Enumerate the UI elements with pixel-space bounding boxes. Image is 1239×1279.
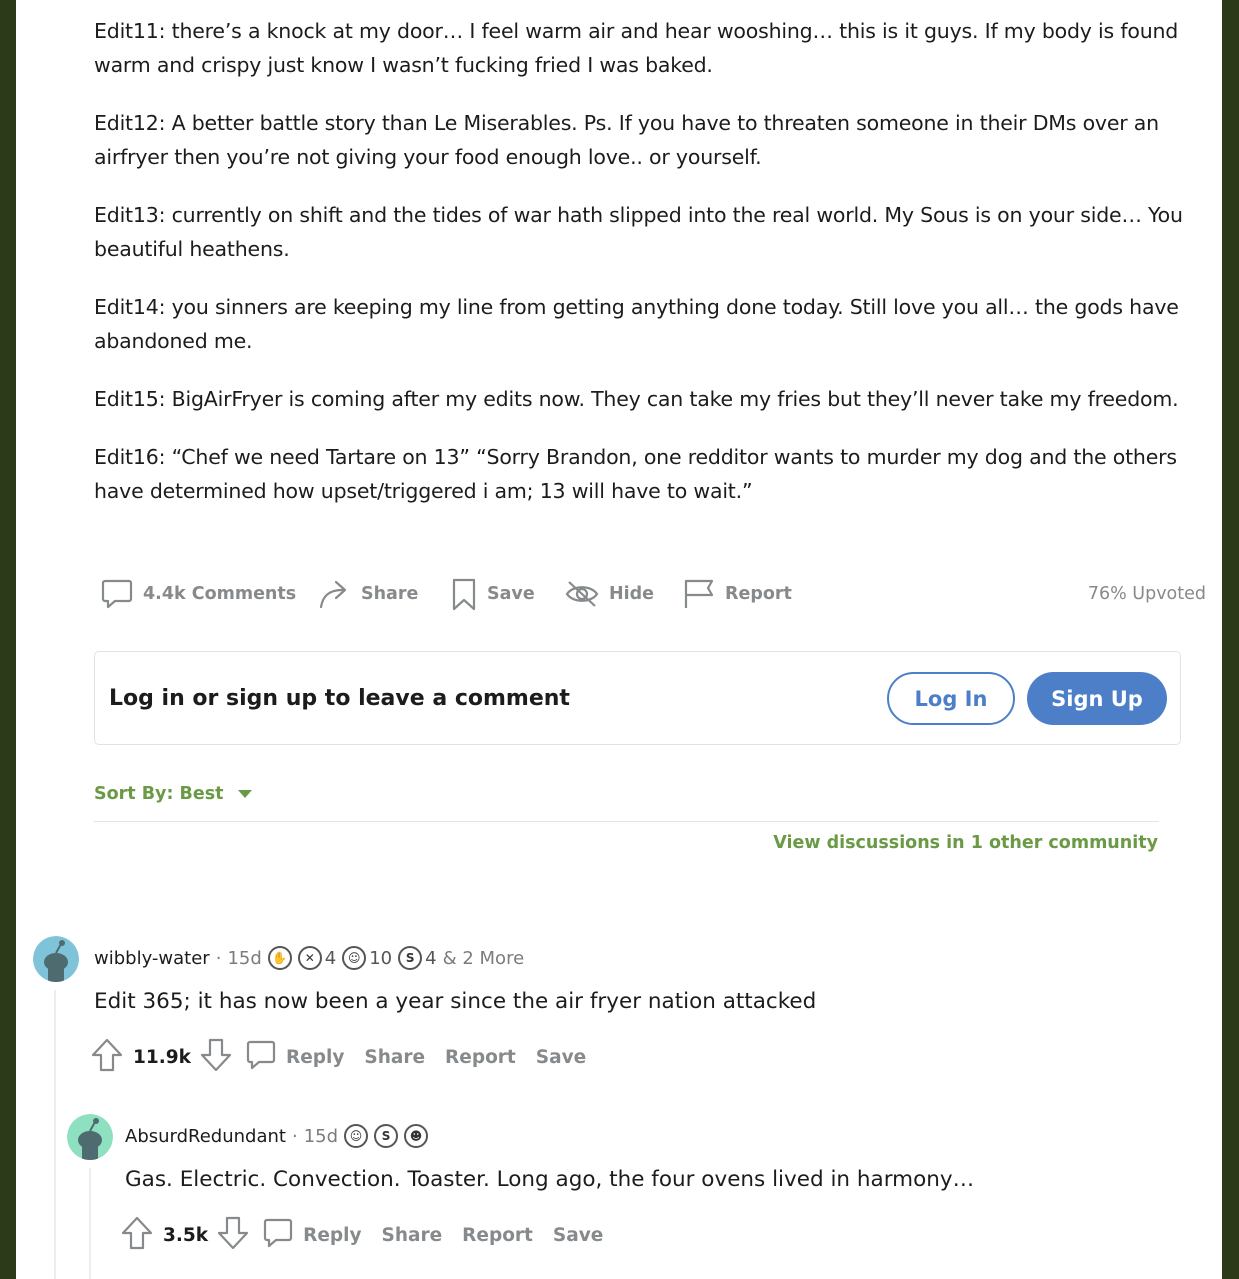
award[interactable]: ☻ xyxy=(404,1124,429,1148)
award-count: 10 xyxy=(369,947,393,969)
flag-icon xyxy=(682,577,716,611)
share-arrow-icon xyxy=(318,577,352,611)
share-button[interactable]: Share xyxy=(364,1047,425,1068)
comment-meta: AbsurdRedundant · 15d ☺ S ☻ xyxy=(125,1124,429,1148)
comment-icon xyxy=(100,577,134,611)
save-button[interactable]: Save xyxy=(450,574,535,614)
login-prompt-text: Log in or sign up to leave a comment xyxy=(109,686,570,711)
downvote-icon[interactable] xyxy=(199,1037,233,1078)
comment-action-bar: 3.5k Reply Share Report Save xyxy=(120,1215,603,1255)
comment-age: 15d xyxy=(303,1125,339,1147)
reply-button[interactable]: Reply xyxy=(262,1216,362,1255)
avatar[interactable] xyxy=(67,1114,113,1160)
award[interactable]: ☺ 10 xyxy=(342,946,392,970)
upvote-icon[interactable] xyxy=(90,1037,124,1078)
award[interactable]: ☺ xyxy=(344,1124,369,1148)
reply-button[interactable]: Reply xyxy=(245,1038,344,1077)
post-paragraph: Edit15: BigAirFryer is coming after my e… xyxy=(94,387,1179,411)
caret-down-icon xyxy=(237,784,252,804)
save-label: Save xyxy=(487,584,535,604)
thread-line[interactable] xyxy=(54,990,56,1279)
post-paragraph: Edit11: there’s a knock at my door… I fe… xyxy=(94,19,1179,77)
bookmark-icon xyxy=(450,577,478,611)
award[interactable]: ✕ 4 xyxy=(297,946,337,970)
award[interactable]: S 4 xyxy=(398,946,437,970)
thread-line[interactable] xyxy=(89,1168,91,1279)
meta-separator: · xyxy=(291,1125,298,1147)
comment-action-bar: 11.9k Reply Share Report Save xyxy=(90,1037,586,1077)
crossed-hands-award-icon: ✕ xyxy=(297,946,322,970)
post-paragraph: Edit16: “Chef we need Tartare on 13” “So… xyxy=(94,445,1177,503)
report-button[interactable]: Report xyxy=(462,1225,533,1246)
save-button[interactable]: Save xyxy=(536,1047,586,1068)
avatar[interactable] xyxy=(33,936,79,982)
silver-award-icon: S xyxy=(374,1124,399,1148)
sort-dropdown[interactable]: Sort By: Best xyxy=(94,782,252,806)
post-action-bar: 4.4k Comments Share Save Hide Report 76%… xyxy=(100,574,1206,614)
post-paragraph: Edit13: currently on shift and the tides… xyxy=(94,203,1183,261)
comment-author[interactable]: AbsurdRedundant xyxy=(125,1126,286,1147)
upvote-ratio: 76% Upvoted xyxy=(1087,584,1206,604)
downvote-icon[interactable] xyxy=(216,1215,250,1256)
comment-score: 11.9k xyxy=(133,1046,191,1068)
comments-count-label: 4.4k Comments xyxy=(143,584,297,604)
reply-label: Reply xyxy=(303,1224,362,1246)
award-count: 4 xyxy=(425,947,437,969)
award[interactable]: ✋ xyxy=(267,946,292,970)
post-paragraph: Edit14: you sinners are keeping my line … xyxy=(94,295,1179,353)
save-button[interactable]: Save xyxy=(553,1225,603,1246)
post-body: Edit11: there’s a knock at my door… I fe… xyxy=(94,14,1204,532)
comment-body: Edit 365; it has now been a year since t… xyxy=(94,989,817,1014)
comment-icon xyxy=(245,1038,277,1077)
sort-label: Sort By: Best xyxy=(94,784,224,804)
snoo-award-icon: ☻ xyxy=(404,1124,429,1148)
sign-up-button[interactable]: Sign Up xyxy=(1027,672,1167,725)
comment-icon xyxy=(262,1216,294,1255)
comment-score: 3.5k xyxy=(163,1224,209,1246)
report-button[interactable]: Report xyxy=(445,1047,516,1068)
hide-label: Hide xyxy=(609,584,655,604)
award-count: 4 xyxy=(324,947,337,969)
comment-meta: wibbly-water · 15d ✋ ✕ 4 ☺ 10 S 4 & 2 Mo… xyxy=(94,946,524,970)
share-label: Share xyxy=(361,584,419,604)
share-button[interactable]: Share xyxy=(318,574,418,614)
laughing-face-award-icon: ☺ xyxy=(342,946,367,970)
laughing-face-award-icon: ☺ xyxy=(344,1124,369,1148)
silver-award-icon: S xyxy=(398,946,423,970)
reply-label: Reply xyxy=(285,1046,345,1068)
report-label: Report xyxy=(725,584,792,604)
view-discussions-link[interactable]: View discussions in 1 other community xyxy=(773,833,1158,853)
hide-button[interactable]: Hide xyxy=(564,574,654,614)
share-button[interactable]: Share xyxy=(382,1225,443,1246)
login-prompt: Log in or sign up to leave a comment Log… xyxy=(94,651,1181,745)
upvote-icon[interactable] xyxy=(120,1215,154,1256)
more-awards[interactable]: & 2 More xyxy=(443,948,525,969)
log-in-button[interactable]: Log In xyxy=(887,672,1015,725)
report-button[interactable]: Report xyxy=(682,574,792,614)
divider xyxy=(94,821,1159,822)
post-paragraph: Edit12: A better battle story than Le Mi… xyxy=(94,111,1159,169)
hidden-eye-icon xyxy=(564,577,600,611)
comment-body: Gas. Electric. Convection. Toaster. Long… xyxy=(125,1167,975,1192)
hands-award-icon: ✋ xyxy=(267,946,292,970)
post-page: Edit11: there’s a knock at my door… I fe… xyxy=(16,0,1222,1279)
meta-separator: · xyxy=(215,947,222,969)
comment-author[interactable]: wibbly-water xyxy=(94,948,210,969)
award[interactable]: S xyxy=(374,1124,399,1148)
comment-age: 15d xyxy=(227,947,262,969)
comments-button[interactable]: 4.4k Comments xyxy=(100,574,296,614)
